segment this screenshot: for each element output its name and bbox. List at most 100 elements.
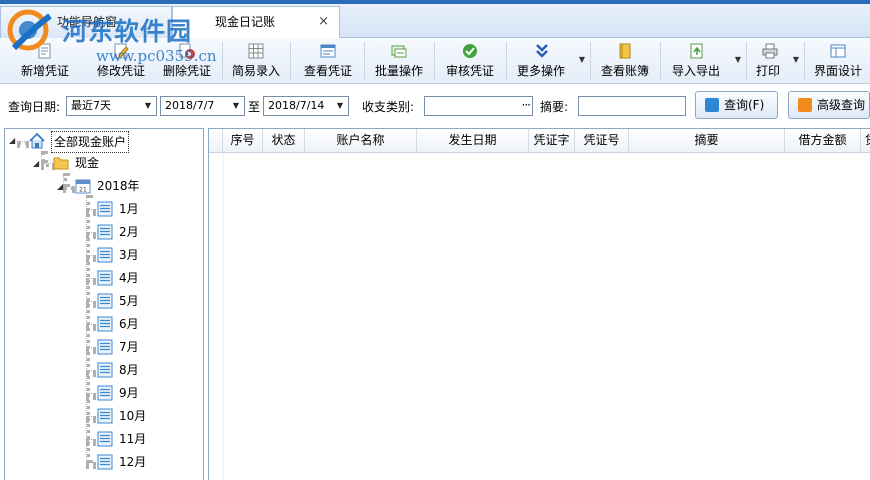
month-list-icon: [97, 247, 113, 263]
title-accent-line: [0, 0, 870, 4]
toolbar-separator: [804, 42, 805, 80]
tree-connector: [86, 462, 96, 466]
tree-node-label: 全部现金账户: [51, 131, 130, 153]
month-list-icon: [97, 362, 113, 378]
tree-node-label: 12月: [119, 455, 147, 469]
batch-icon: [391, 45, 407, 58]
search-icon: [705, 98, 719, 112]
column-header-account-name[interactable]: 账户名称: [305, 129, 417, 152]
tree-connector: [86, 301, 96, 305]
to-label: 至: [248, 100, 261, 114]
print-button[interactable]: 打印 ▼: [748, 38, 802, 84]
layout-icon: [830, 44, 846, 58]
book-icon: [619, 43, 631, 59]
tree-node-label: 6月: [119, 317, 139, 331]
tree-node-label: 现金: [75, 156, 100, 170]
new-voucher-label: 新增凭证: [20, 64, 69, 78]
column-header-summary[interactable]: 摘要: [629, 129, 785, 152]
month-list-icon: [97, 270, 113, 286]
chevron-down-icon: ▼: [578, 55, 585, 64]
folder-icon: [53, 157, 69, 170]
tree-connector: [86, 393, 96, 397]
check-icon: [463, 44, 477, 58]
grid-column-line: [223, 153, 224, 480]
month-list-icon: [97, 224, 113, 240]
date-range-select[interactable]: 最近7天 ▼: [66, 96, 157, 116]
grid-header: 序号 状态 账户名称 发生日期 凭证字 凭证号 摘要 借方金额 贷: [209, 129, 870, 153]
tab-cash-journal[interactable]: 现金日记账 ×: [172, 6, 340, 38]
tree-connector: [86, 232, 96, 236]
tree-collapse-icon[interactable]: ◢: [33, 159, 39, 168]
tree-node-label: 2018年: [97, 179, 140, 193]
column-header-credit[interactable]: 贷: [861, 129, 870, 152]
svg-text:21: 21: [79, 187, 87, 194]
column-header-date[interactable]: 发生日期: [417, 129, 529, 152]
month-list-icon: [97, 293, 113, 309]
tree-collapse-icon[interactable]: ◢: [57, 182, 63, 191]
close-icon[interactable]: ×: [318, 7, 329, 37]
date-range-value: 最近7天: [71, 99, 111, 112]
view-voucher-button[interactable]: 查看凭证: [294, 38, 362, 84]
ellipsis-icon[interactable]: ···: [522, 97, 532, 113]
summary-input[interactable]: [578, 96, 686, 116]
audit-voucher-button[interactable]: 审核凭证: [436, 38, 504, 84]
tree-node-label: 8月: [119, 363, 139, 377]
column-header-seq[interactable]: 序号: [223, 129, 263, 152]
tab-label: 现金日记账: [215, 15, 276, 29]
batch-operation-button[interactable]: 批量操作: [366, 38, 432, 84]
calendar-icon: 21: [75, 179, 91, 194]
tree-connector: [86, 255, 96, 259]
toolbar-separator: [506, 42, 507, 80]
tree-node-label: 1月: [119, 202, 139, 216]
import-export-label: 导入导出: [671, 64, 720, 78]
grid-indicator-column: [209, 129, 223, 152]
tree-node-label: 2月: [119, 225, 139, 239]
simple-entry-button[interactable]: 简易录入: [224, 38, 288, 84]
tree-collapse-icon[interactable]: ◢: [9, 136, 15, 145]
start-date-picker[interactable]: 2018/7/7 ▼: [160, 96, 245, 116]
interface-design-label: 界面设计: [813, 64, 862, 78]
toolbar-separator: [590, 42, 591, 80]
month-list-icon: [97, 339, 113, 355]
category-input[interactable]: ···: [424, 96, 533, 116]
month-list-icon: [97, 408, 113, 424]
search-button[interactable]: 查询(F): [695, 91, 778, 119]
view-voucher-icon: [320, 44, 336, 58]
column-header-voucher-no[interactable]: 凭证号: [575, 129, 629, 152]
tree-connector: [63, 173, 67, 187]
advanced-search-button[interactable]: 高级查询: [788, 91, 870, 119]
end-date-picker[interactable]: 2018/7/14 ▼: [263, 96, 349, 116]
month-list-icon: [97, 201, 113, 217]
import-export-button[interactable]: 导入导出 ▼: [662, 38, 744, 84]
grid-icon: [248, 43, 264, 59]
summary-label: 摘要:: [540, 100, 569, 114]
more-operations-label: 更多操作: [516, 64, 565, 78]
column-header-debit[interactable]: 借方金额: [785, 129, 861, 152]
tree-connector: [41, 151, 45, 163]
tree-connector: [86, 209, 96, 213]
tree-node-label: 11月: [119, 432, 147, 446]
toolbar-separator: [434, 42, 435, 80]
audit-voucher-label: 审核凭证: [445, 64, 494, 78]
view-ledger-button[interactable]: 查看账簿: [592, 38, 658, 84]
journal-grid: 序号 状态 账户名称 发生日期 凭证字 凭证号 摘要 借方金额 贷: [208, 128, 870, 480]
toolbar-separator: [222, 42, 223, 80]
chevron-down-icon[interactable]: ▼: [228, 97, 244, 115]
toolbar-separator: [290, 42, 291, 80]
interface-design-button[interactable]: 界面设计: [806, 38, 870, 84]
month-list-icon: [97, 385, 113, 401]
column-header-status[interactable]: 状态: [263, 129, 305, 152]
column-header-voucher-type[interactable]: 凭证字: [529, 129, 575, 152]
view-voucher-label: 查看凭证: [303, 64, 352, 78]
chevron-down-icon: ▼: [792, 55, 799, 64]
view-ledger-label: 查看账簿: [600, 64, 649, 78]
chevron-down-icon[interactable]: ▼: [140, 97, 156, 115]
tree-node-label: 3月: [119, 248, 139, 262]
chevron-down-icon[interactable]: ▼: [332, 97, 348, 115]
tree-node-label: 9月: [119, 386, 139, 400]
chevron-down-icon: ▼: [734, 55, 741, 64]
month-list-icon: [97, 454, 113, 470]
batch-operation-label: 批量操作: [374, 64, 423, 78]
more-operations-button[interactable]: 更多操作 ▼: [508, 38, 588, 84]
tree-node-label: 7月: [119, 340, 139, 354]
